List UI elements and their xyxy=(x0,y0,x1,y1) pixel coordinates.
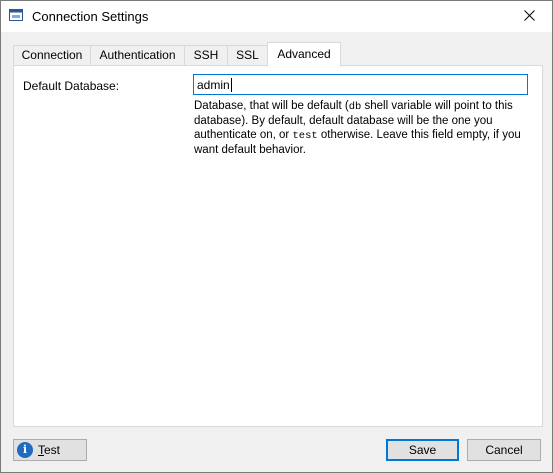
title-bar: Connection Settings xyxy=(1,1,552,32)
test-button[interactable]: i Test xyxy=(13,439,87,461)
cancel-button[interactable]: Cancel xyxy=(467,439,541,461)
tab-connection[interactable]: Connection xyxy=(13,45,91,66)
window-title: Connection Settings xyxy=(32,9,149,24)
default-database-label: Default Database: xyxy=(23,79,120,93)
tab-authentication[interactable]: Authentication xyxy=(90,45,185,66)
default-database-help-text: Database, that will be default (db shell… xyxy=(194,99,524,157)
help-code-test: test xyxy=(292,130,318,142)
tab-advanced[interactable]: Advanced xyxy=(267,42,341,67)
text-caret xyxy=(230,77,232,92)
default-database-input[interactable]: admin xyxy=(193,74,528,95)
help-code-db: db xyxy=(348,101,362,113)
advanced-panel: Default Database: admin Database, that w… xyxy=(13,65,543,427)
save-button[interactable]: Save xyxy=(386,439,459,461)
tab-ssh[interactable]: SSH xyxy=(184,45,228,66)
window-icon xyxy=(9,9,23,21)
tab-ssl[interactable]: SSL xyxy=(227,45,268,66)
close-icon xyxy=(523,9,535,24)
help-text-part1: Database, that will be default ( xyxy=(194,100,349,112)
close-button[interactable] xyxy=(506,1,552,32)
info-icon: i xyxy=(17,442,33,458)
tab-strip: Connection Authentication SSH SSL Advanc… xyxy=(13,42,543,67)
test-button-label: Test xyxy=(38,443,61,457)
default-database-value: admin xyxy=(197,77,230,92)
connection-settings-dialog: Connection Settings Connection Authentic… xyxy=(0,0,553,473)
